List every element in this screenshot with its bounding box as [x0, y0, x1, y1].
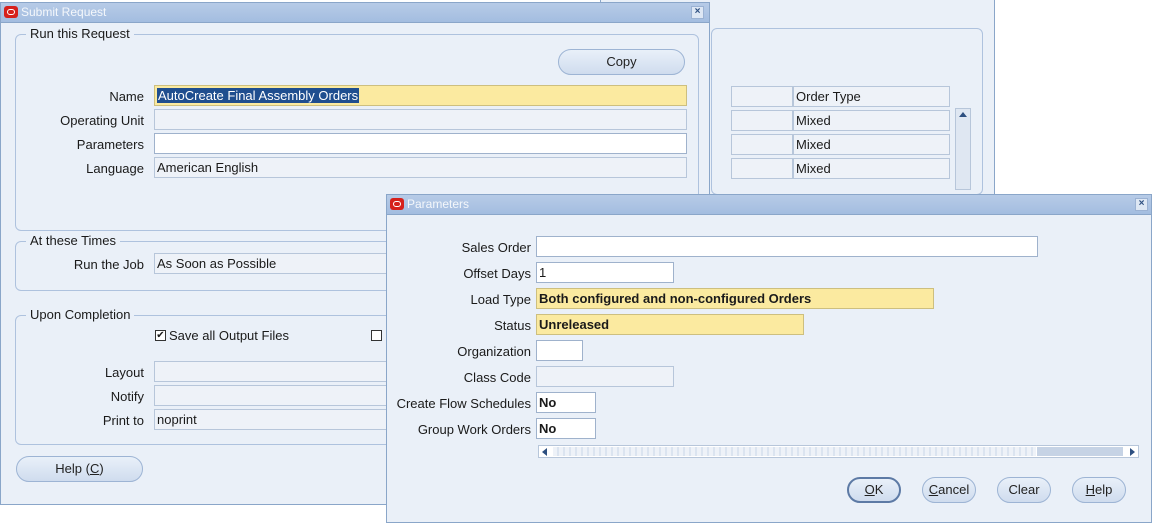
offset-days-label: Offset Days [463, 266, 531, 281]
save-output-checkbox[interactable]: ✔ [155, 330, 166, 341]
ok-rest: K [874, 482, 884, 497]
parameters-window: Parameters × Sales Order Offset Days 1 L… [386, 194, 1152, 523]
help-button-close: ) [99, 461, 104, 476]
secondary-checkbox[interactable] [371, 330, 382, 341]
vertical-scrollbar[interactable] [955, 108, 971, 190]
class-code-field[interactable] [536, 366, 674, 387]
name-field[interactable]: AutoCreate Final Assembly Orders [154, 85, 687, 106]
status-label: Status [494, 318, 531, 333]
cancel-mnemonic: C [928, 482, 939, 497]
parameters-label: Parameters [76, 137, 144, 152]
window-title: Submit Request [21, 5, 107, 19]
offset-days-field[interactable]: 1 [536, 262, 674, 283]
oracle-window-icon [390, 198, 404, 210]
parameters-field[interactable] [154, 133, 687, 154]
run-the-job-label: Run the Job [73, 257, 144, 272]
organization-label: Organization [457, 344, 531, 359]
table-cell[interactable] [731, 158, 793, 179]
close-icon[interactable]: × [1135, 198, 1148, 211]
save-output-label-text: Save all Output Files [169, 328, 289, 343]
parameters-title-bar[interactable]: Parameters × [387, 195, 1151, 215]
notify-label: Notify [110, 389, 144, 404]
help-button[interactable]: Help [1072, 477, 1126, 503]
scroll-thumb[interactable] [553, 447, 1036, 456]
name-label: Name [109, 89, 144, 104]
sales-order-label: Sales Order [461, 240, 531, 255]
scroll-track[interactable] [1037, 447, 1123, 456]
ok-mnemonic: O [864, 482, 875, 497]
ok-button[interactable]: OK [847, 477, 901, 503]
help-button-mnemonic: C [89, 461, 100, 476]
help-button[interactable]: Help (C) [16, 456, 143, 482]
status-field[interactable]: Unreleased [536, 314, 804, 335]
scroll-up-icon[interactable] [959, 112, 967, 117]
submit-request-title-bar[interactable]: Submit Request × [1, 3, 709, 23]
layout-label: Layout [104, 365, 144, 380]
column-header-blank[interactable] [731, 86, 793, 107]
language-label: Language [86, 161, 144, 176]
flow-schedules-field[interactable]: No [536, 392, 596, 413]
table-cell-order-type[interactable]: Mixed [793, 134, 950, 155]
close-icon[interactable]: × [691, 6, 704, 19]
operating-unit-field[interactable] [154, 109, 687, 130]
cancel-button[interactable]: Cancel [922, 477, 976, 503]
cancel-rest: ancel [938, 482, 970, 497]
load-type-field[interactable]: Both configured and non-configured Order… [536, 288, 934, 309]
group-label: At these Times [26, 233, 120, 248]
group-label: Upon Completion [26, 307, 135, 322]
operating-unit-label: Operating Unit [60, 113, 144, 128]
group-work-orders-field[interactable]: No [536, 418, 596, 439]
help-mnemonic: H [1085, 482, 1096, 497]
oracle-window-icon [4, 6, 18, 18]
column-header-order-type[interactable]: Order Type [793, 86, 950, 107]
group-work-orders-label: Group Work Orders [417, 422, 531, 437]
table-cell-order-type[interactable]: Mixed [793, 110, 950, 131]
table-cell-order-type[interactable]: Mixed [793, 158, 950, 179]
group-label: Run this Request [26, 26, 134, 41]
name-value: AutoCreate Final Assembly Orders [157, 88, 360, 103]
sales-order-field[interactable] [536, 236, 1038, 257]
load-type-label: Load Type [470, 292, 531, 307]
horizontal-scrollbar[interactable] [538, 445, 1139, 458]
print-to-label: Print to [102, 413, 144, 428]
scroll-left-icon[interactable] [542, 448, 547, 456]
help-button-text: Help ( [55, 461, 90, 476]
flow-schedules-label: Create Flow Schedules [396, 396, 531, 411]
help-rest: elp [1095, 482, 1113, 497]
language-field[interactable]: American English [154, 157, 687, 178]
organization-field[interactable] [536, 340, 583, 361]
copy-button[interactable]: Copy [558, 49, 685, 75]
scroll-right-icon[interactable] [1130, 448, 1135, 456]
table-cell[interactable] [731, 134, 793, 155]
clear-button[interactable]: Clear [997, 477, 1051, 503]
table-cell[interactable] [731, 110, 793, 131]
save-output-label: Save all Output Files [169, 328, 289, 343]
window-title: Parameters [407, 197, 470, 211]
class-code-label: Class Code [463, 370, 531, 385]
